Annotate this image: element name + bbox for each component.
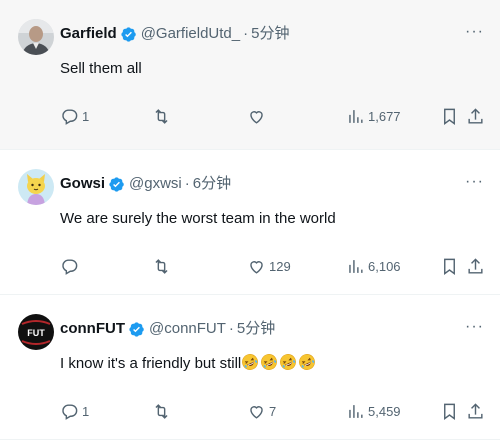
bookmark-icon xyxy=(444,258,455,275)
avatar-logo-text: FUT xyxy=(27,328,45,338)
reply-button[interactable]: 1 xyxy=(60,399,89,423)
share-button[interactable] xyxy=(466,254,485,278)
bookmark-button[interactable] xyxy=(440,399,459,423)
retweet-icon xyxy=(155,258,168,274)
retweet-icon xyxy=(155,403,168,419)
tweet-actions: 1 7 5,459 xyxy=(0,399,500,423)
separator-dot: · xyxy=(228,320,234,337)
separator-dot: · xyxy=(243,25,249,42)
tweet[interactable]: Garfield @GarfieldUtd_ · 5分钟 ··· Sell th… xyxy=(0,0,500,150)
reply-button[interactable]: 1 xyxy=(60,104,89,128)
tweet-text: I know it's a friendly but still xyxy=(60,353,316,375)
like-button[interactable]: 129 xyxy=(247,254,291,278)
bookmark-icon xyxy=(444,403,455,420)
tweet-text: We are surely the worst team in the worl… xyxy=(60,210,336,227)
reply-icon xyxy=(62,108,78,125)
more-options-icon[interactable]: ··· xyxy=(465,319,484,335)
author-name[interactable]: Garfield xyxy=(60,22,117,46)
share-button[interactable] xyxy=(466,399,485,423)
views-button[interactable]: 5,459 xyxy=(346,399,401,423)
tweet-header: Garfield @GarfieldUtd_ · 5分钟 xyxy=(60,22,289,46)
bookmark-button[interactable] xyxy=(440,104,459,128)
retweet-icon xyxy=(155,108,168,124)
tweet-header: Gowsi @gxwsi · 6分钟 xyxy=(60,172,231,196)
author-handle[interactable]: @connFUT xyxy=(149,317,226,341)
rolling-laughing-emoji-icon xyxy=(261,354,278,370)
like-count: 7 xyxy=(269,403,277,419)
tweet-header: connFUT @connFUT · 5分钟 xyxy=(60,317,275,341)
verified-badge-icon xyxy=(129,321,144,337)
share-icon xyxy=(468,107,483,124)
reply-count: 1 xyxy=(82,403,90,419)
retweet-button[interactable] xyxy=(152,254,174,278)
views-icon xyxy=(349,404,363,418)
tweet-time[interactable]: 6分钟 xyxy=(193,172,231,196)
tweet-time[interactable]: 5分钟 xyxy=(237,317,275,341)
like-icon xyxy=(250,260,263,274)
rolling-laughing-emoji-icon xyxy=(280,354,297,370)
views-icon xyxy=(349,259,363,273)
share-icon xyxy=(468,402,483,419)
retweet-button[interactable] xyxy=(152,399,174,423)
views-button[interactable]: 1,677 xyxy=(346,104,401,128)
avatar[interactable] xyxy=(18,19,54,55)
views-count: 1,677 xyxy=(368,108,401,124)
like-icon xyxy=(250,405,263,419)
more-options-icon[interactable]: ··· xyxy=(465,174,484,190)
more-options-icon[interactable]: ··· xyxy=(465,24,484,40)
views-count: 5,459 xyxy=(368,403,401,419)
verified-badge-icon xyxy=(121,26,136,42)
share-button[interactable] xyxy=(466,104,485,128)
avatar[interactable] xyxy=(18,169,54,205)
author-handle[interactable]: @gxwsi xyxy=(129,172,182,196)
views-count: 6,106 xyxy=(368,258,401,274)
like-icon xyxy=(250,110,263,124)
tweet-time[interactable]: 5分钟 xyxy=(251,22,289,46)
rolling-laughing-emoji-icon xyxy=(299,354,316,370)
separator-dot: · xyxy=(184,175,190,192)
like-button[interactable]: 7 xyxy=(247,399,276,423)
verified-badge-icon xyxy=(109,176,124,192)
bookmark-button[interactable] xyxy=(440,254,459,278)
author-handle[interactable]: @GarfieldUtd_ xyxy=(141,22,240,46)
tweet[interactable]: FUT connFUT @connFUT · 5分钟 ··· I know it… xyxy=(0,295,500,440)
reply-icon xyxy=(62,258,78,275)
author-name[interactable]: Gowsi xyxy=(60,172,105,196)
views-icon xyxy=(349,109,363,123)
views-button[interactable]: 6,106 xyxy=(346,254,401,278)
tweet-actions: 1 1,677 xyxy=(0,104,500,128)
emoji-group xyxy=(241,353,316,371)
like-button[interactable] xyxy=(247,104,269,128)
bookmark-icon xyxy=(444,108,455,125)
tweet-text: Sell them all xyxy=(60,60,142,77)
tweet[interactable]: Gowsi @gxwsi · 6分钟 ··· We are surely the… xyxy=(0,150,500,295)
rolling-laughing-emoji-icon xyxy=(242,354,259,370)
share-icon xyxy=(468,257,483,274)
reply-button[interactable] xyxy=(60,254,82,278)
author-name[interactable]: connFUT xyxy=(60,317,125,341)
tweet-feed: Garfield @GarfieldUtd_ · 5分钟 ··· Sell th… xyxy=(0,0,500,440)
retweet-button[interactable] xyxy=(152,104,174,128)
like-count: 129 xyxy=(269,258,291,274)
tweet-actions: 129 6,106 xyxy=(0,254,500,278)
tweet-text-content: I know it's a friendly but still xyxy=(60,355,242,372)
avatar[interactable]: FUT xyxy=(18,314,54,350)
reply-icon xyxy=(62,403,78,420)
reply-count: 1 xyxy=(82,108,90,124)
